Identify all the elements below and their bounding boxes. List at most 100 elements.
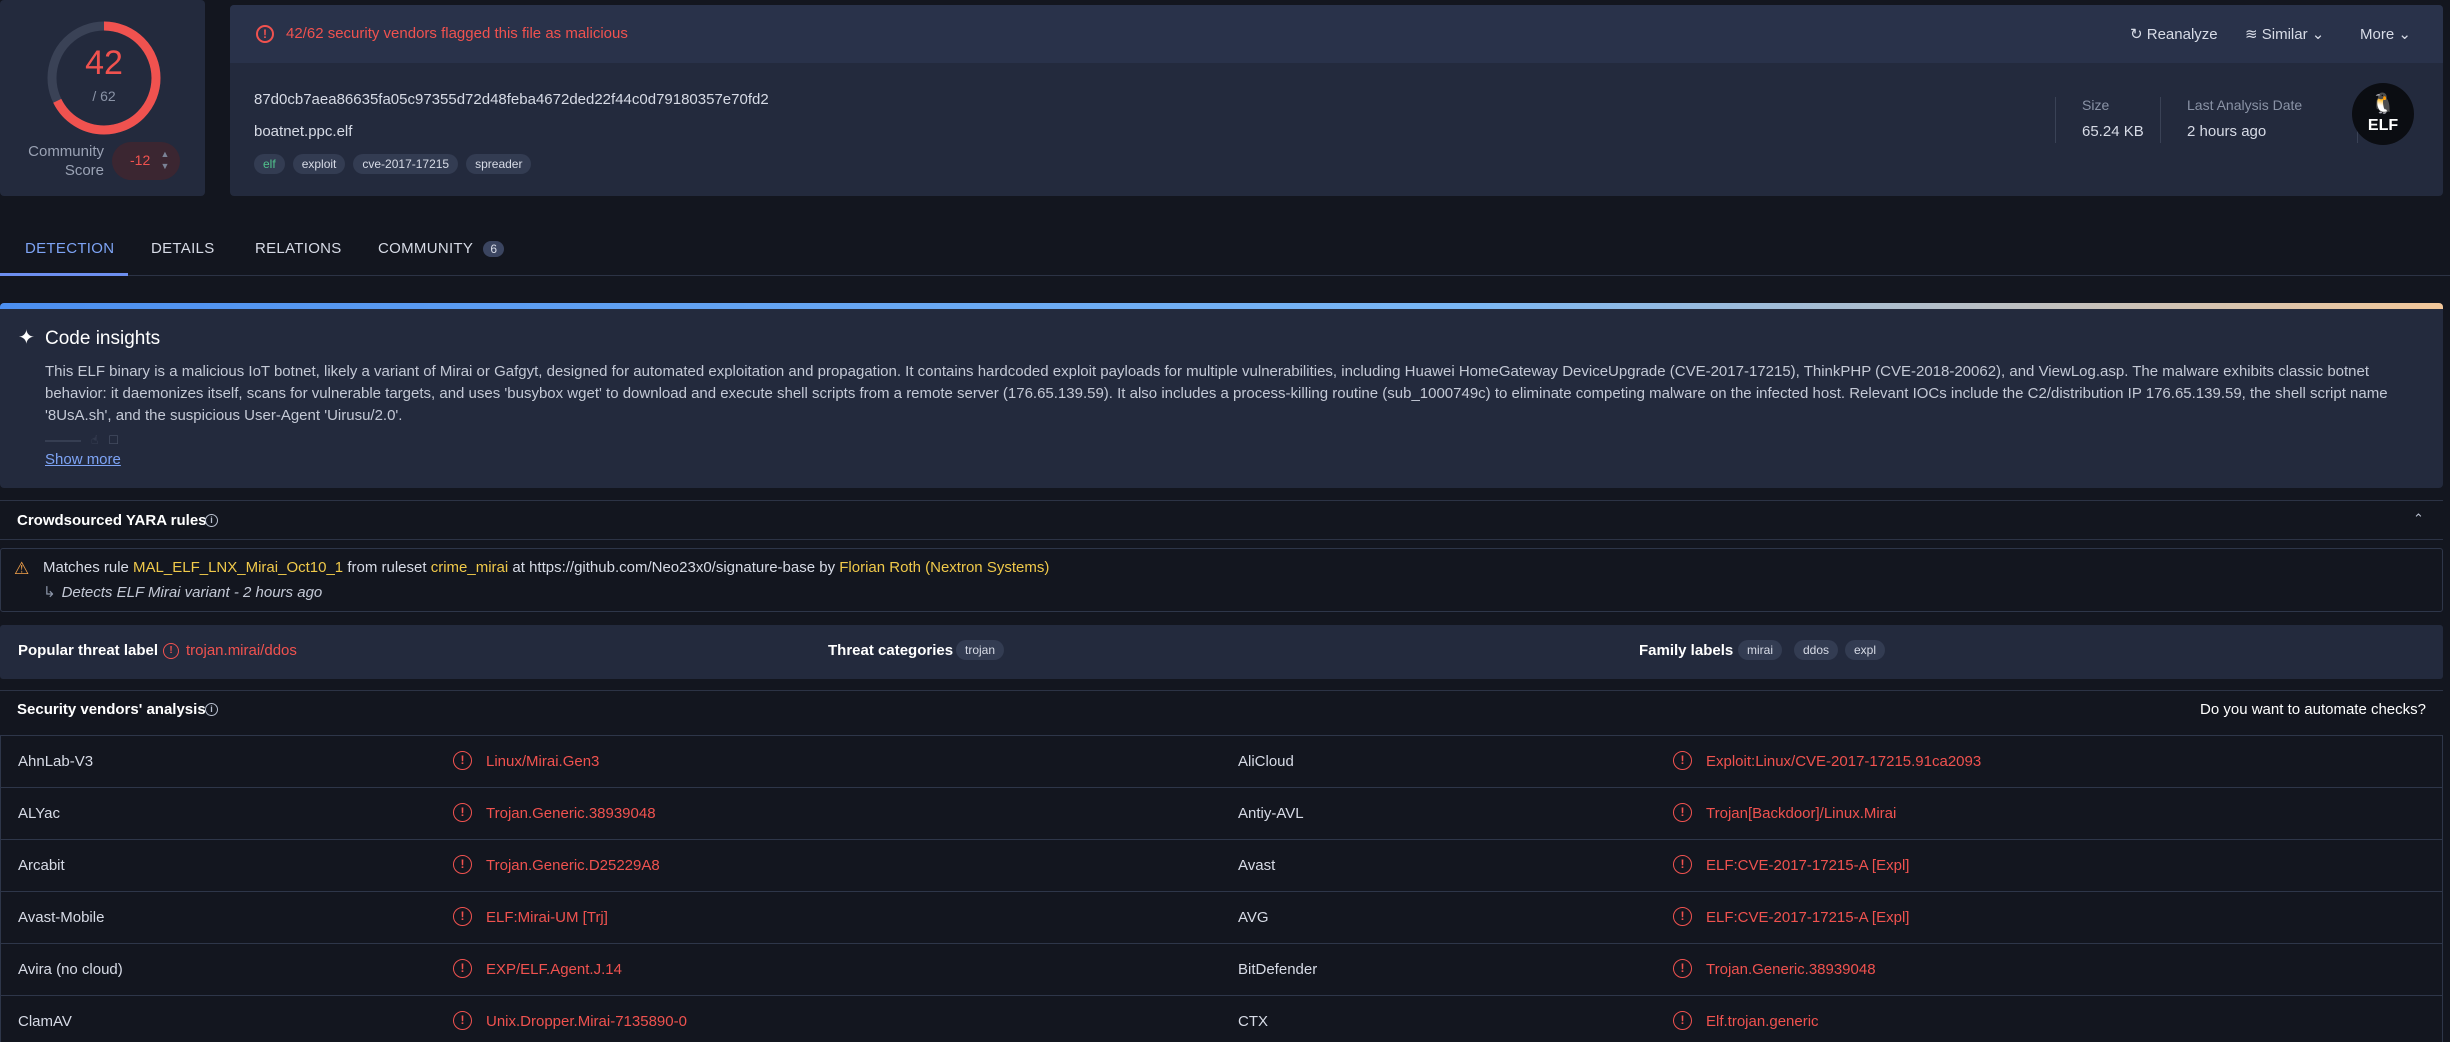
table-row: Avast-Mobile ! ELF:Mirai-UM [Trj] AVG ! … <box>1 892 2442 944</box>
vendor-result: Exploit:Linux/CVE-2017-17215.91ca2093 <box>1706 753 1982 770</box>
more-dropdown[interactable]: More ⌄ <box>2360 25 2411 43</box>
community-score-pill[interactable]: -12 ▲ ▼ <box>112 142 180 180</box>
vendor-result: Unix.Dropper.Mirai-7135890-0 <box>486 1013 687 1030</box>
info-icon[interactable]: i <box>205 514 218 527</box>
vendor-result: Trojan.Generic.38939048 <box>1706 961 1876 978</box>
feedback-icons: ⎯⎯⎯⎯⎯⎯ ☝ ☐ <box>45 433 120 447</box>
last-analysis-value: 2 hours ago <box>2187 123 2267 140</box>
alert-circle-icon: ! <box>453 751 472 770</box>
alert-circle-icon: ! <box>1673 803 1692 822</box>
alert-circle-icon: ! <box>453 803 472 822</box>
vendor-result: Linux/Mirai.Gen3 <box>486 753 600 770</box>
vendor-name: Antiy-AVL <box>1238 805 1304 822</box>
alert-circle-icon: ! <box>453 959 472 978</box>
vendor-result: EXP/ELF.Agent.J.14 <box>486 961 622 978</box>
alert-circle-icon: ! <box>1673 959 1692 978</box>
vendors-title: Security vendors' analysis <box>17 701 206 718</box>
yara-title: Crowdsourced YARA rules <box>17 512 207 529</box>
family-label-chip[interactable]: expl <box>1845 640 1886 660</box>
file-tag[interactable]: exploit <box>292 154 346 174</box>
file-hash[interactable]: 87d0cb7aea86635fa05c97355d72d48feba4672d… <box>254 91 769 108</box>
vendor-result: ELF:CVE-2017-17215-A [Expl] <box>1706 909 1910 926</box>
family-label-chip[interactable]: ddos <box>1794 640 1839 660</box>
sparkle-icon: ✦ <box>18 327 35 349</box>
alert-circle-icon: ! <box>1673 907 1692 926</box>
vote-arrows-icon[interactable]: ▲ ▼ <box>160 148 170 172</box>
community-count-badge: 6 <box>483 241 505 257</box>
table-row: ALYac ! Trojan.Generic.38939048 Antiy-AV… <box>1 788 2442 840</box>
table-row: ClamAV ! Unix.Dropper.Mirai-7135890-0 CT… <box>1 996 2442 1042</box>
file-tag[interactable]: spreader <box>466 154 532 174</box>
yara-section-header[interactable]: Crowdsourced YARA rules i ⌃ <box>0 500 2443 540</box>
alert-circle-icon: ! <box>256 25 274 43</box>
size-label: Size <box>2082 97 2110 113</box>
alert-circle-icon: ! <box>1673 751 1692 770</box>
file-tag[interactable]: cve-2017-17215 <box>353 154 459 174</box>
vendor-name: AliCloud <box>1238 753 1294 770</box>
code-insights-panel: ✦ Code insights This ELF binary is a mal… <box>0 303 2443 488</box>
file-tag[interactable]: elf <box>254 154 285 174</box>
community-score-label: Community Score <box>28 143 104 179</box>
family-label-chip[interactable]: mirai <box>1738 640 1782 660</box>
tab-relations[interactable]: RELATIONS <box>255 240 342 257</box>
tab-bar: DETECTION DETAILS RELATIONS COMMUNITY 6 <box>0 230 2450 276</box>
yara-ruleset-link[interactable]: crime_mirai <box>431 559 509 576</box>
info-icon[interactable]: i <box>205 703 218 716</box>
vendor-name: CTX <box>1238 1013 1268 1030</box>
insights-gradient-bar <box>0 303 2443 309</box>
similar-dropdown[interactable]: ≋ Similar ⌄ <box>2245 25 2324 43</box>
chevron-up-icon[interactable]: ⌃ <box>2413 511 2424 527</box>
popular-threat-value[interactable]: trojan.mirai/ddos <box>186 642 297 659</box>
file-name: boatnet.ppc.elf <box>254 123 353 140</box>
vendor-name: Avira (no cloud) <box>18 961 123 978</box>
return-arrow-icon: ↳ <box>43 584 56 601</box>
threat-labels-row: Popular threat label ! trojan.mirai/ddos… <box>0 625 2443 679</box>
reanalyze-button[interactable]: ↻ Reanalyze <box>2130 25 2218 43</box>
active-tab-indicator <box>0 273 128 276</box>
alert-circle-icon: ! <box>453 907 472 926</box>
vendor-name: ALYac <box>18 805 60 822</box>
detection-score-card: 42 / 62 Community Score -12 ▲ ▼ <box>0 0 205 196</box>
alert-circle-icon: ! <box>163 643 179 659</box>
threat-categories-label: Threat categories <box>828 642 954 659</box>
alert-circle-icon: ! <box>453 1011 472 1030</box>
community-score-value: -12 <box>130 152 151 168</box>
yara-rule-link[interactable]: MAL_ELF_LNX_Mirai_Oct10_1 <box>133 559 343 576</box>
malicious-alert-text: 42/62 security vendors flagged this file… <box>286 25 628 42</box>
warning-triangle-icon: ⚠ <box>14 559 30 578</box>
vendor-result: Trojan.Generic.38939048 <box>486 805 656 822</box>
vendor-name: Avast <box>1238 857 1276 874</box>
last-analysis-label: Last Analysis Date <box>2187 97 2303 113</box>
file-tags: elf exploit cve-2017-17215 spreader <box>254 154 532 174</box>
table-row: Arcabit ! Trojan.Generic.D25229A8 Avast … <box>1 840 2442 892</box>
yara-author-link[interactable]: Florian Roth (Nextron Systems) <box>839 559 1049 576</box>
automate-checks-link[interactable]: Do you want to automate checks? <box>2200 701 2426 718</box>
alert-circle-icon: ! <box>1673 1011 1692 1030</box>
vendor-result: ELF:CVE-2017-17215-A [Expl] <box>1706 857 1910 874</box>
refresh-icon: ↻ <box>2130 26 2143 43</box>
tab-detection[interactable]: DETECTION <box>25 240 114 257</box>
threat-category-chip[interactable]: trojan <box>956 640 1005 660</box>
popular-threat-label: Popular threat label <box>18 642 159 659</box>
vendor-name: AhnLab-V3 <box>18 753 94 770</box>
vendors-table: AhnLab-V3 ! Linux/Mirai.Gen3 AliCloud ! … <box>0 735 2443 1042</box>
insights-title: Code insights <box>45 328 161 349</box>
tab-details[interactable]: DETAILS <box>151 240 215 257</box>
family-labels-label: Family labels <box>1639 642 1734 659</box>
vendors-section-header: Security vendors' analysis i Do you want… <box>0 690 2443 730</box>
similar-icon: ≋ <box>2245 26 2258 43</box>
vendor-name: AVG <box>1238 909 1269 926</box>
insights-body: This ELF binary is a malicious IoT botne… <box>45 363 2388 424</box>
tab-community[interactable]: COMMUNITY 6 <box>378 240 505 257</box>
size-value: 65.24 KB <box>2082 123 2144 140</box>
table-row: Avira (no cloud) ! EXP/ELF.Agent.J.14 Bi… <box>1 944 2442 996</box>
vendor-name: Avast-Mobile <box>18 909 105 926</box>
alert-circle-icon: ! <box>1673 855 1692 874</box>
detection-count: 42 <box>85 44 123 82</box>
chevron-down-icon: ⌄ <box>2311 26 2325 43</box>
linux-penguin-icon: 🐧 <box>2370 93 2396 115</box>
yara-description: ↳ Detects ELF Mirai variant - 2 hours ago <box>43 584 323 601</box>
chevron-down-icon: ⌄ <box>2398 26 2411 43</box>
vendor-result: Trojan[Backdoor]/Linux.Mirai <box>1706 805 1897 822</box>
show-more-link[interactable]: Show more <box>45 451 121 468</box>
